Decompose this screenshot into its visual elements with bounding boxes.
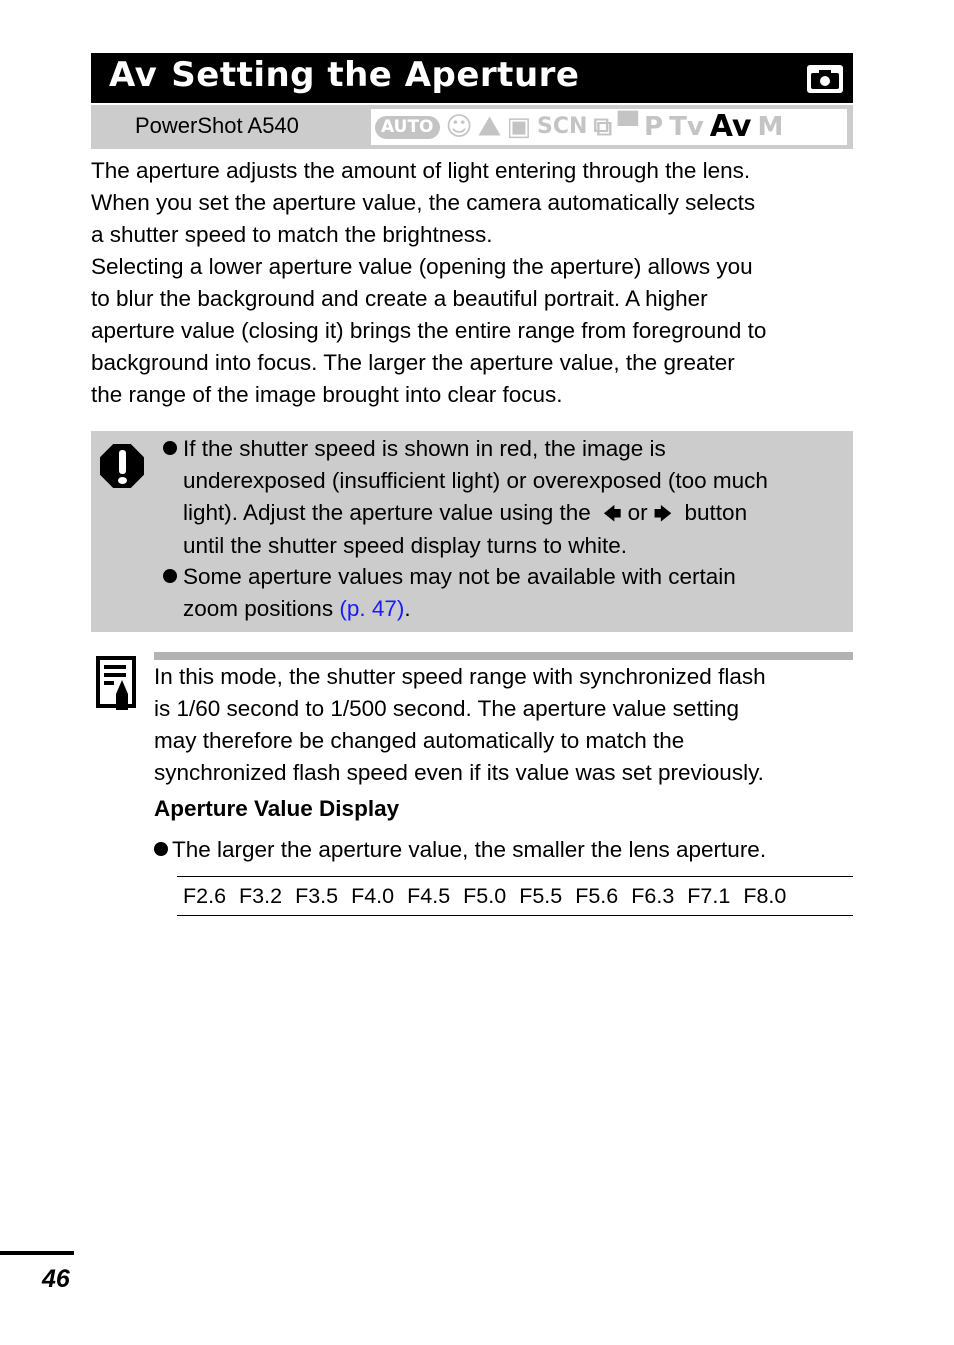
f-value: F6.3 (631, 883, 675, 908)
av-mode-label: Av (109, 55, 158, 95)
intro-line: to blur the background and create a beau… (91, 286, 708, 311)
intro-line: the range of the image brought into clea… (91, 382, 563, 407)
page-title: Av Setting the Aperture (109, 55, 579, 95)
caution-icon (100, 444, 144, 488)
mode-scn: SCN (537, 114, 588, 139)
f-value: F3.2 (239, 883, 283, 908)
note-divider (154, 652, 853, 660)
camera-icon (807, 65, 843, 93)
intro-line: The aperture adjusts the amount of light… (91, 158, 751, 183)
aperture-display-heading: Aperture Value Display (154, 796, 400, 821)
bullet-icon (154, 842, 168, 856)
f-value: F7.1 (687, 883, 731, 908)
title-text: Setting the Aperture (171, 55, 580, 95)
left-arrow-icon: 🡄 (603, 504, 622, 524)
mode-p: P (644, 112, 664, 142)
caution-box: If the shutter speed is shown in red, th… (91, 431, 853, 632)
aperture-display-bullet: The larger the aperture value, the small… (154, 834, 766, 866)
right-arrow-icon: 🡆 (653, 504, 673, 524)
mode-bar: PowerShot A540 AUTO ☺ ⛰ ▣ SCN ⧉ ▀ P Tv A… (91, 105, 853, 149)
page-number-rule (0, 1251, 74, 1255)
f-value: F2.6 (183, 883, 227, 908)
f-value: F5.0 (463, 883, 507, 908)
intro-line: When you set the aperture value, the cam… (91, 190, 756, 215)
f-value: F4.5 (407, 883, 451, 908)
page-number: 46 (42, 1265, 70, 1293)
f-value: F3.5 (295, 883, 339, 908)
intro-line: background into focus. The larger the ap… (91, 350, 735, 375)
mode-auto: AUTO (375, 115, 440, 139)
title-bar: Av Setting the Aperture (91, 53, 853, 103)
intro-line: a shutter speed to match the brightness. (91, 222, 493, 247)
landscape-icon: ⛰ (478, 112, 501, 142)
f-value-list: F2.6 F3.2 F3.5 F4.0 F4.5 F5.0 F5.5 F5.6 … (177, 876, 853, 916)
f-value: F8.0 (743, 883, 787, 908)
bullet-icon (163, 441, 177, 455)
stitch-assist-icon: ⧉ (593, 112, 613, 142)
f-value: F4.0 (351, 883, 395, 908)
caution-bullet-2: Some aperture values may not be availabl… (163, 561, 736, 625)
f-value: F5.5 (519, 883, 563, 908)
shooting-modes: AUTO ☺ ⛰ ▣ SCN ⧉ ▀ P Tv Av M (369, 107, 849, 147)
caution-bullet-1: If the shutter speed is shown in red, th… (163, 433, 768, 562)
movie-icon: ▀ (618, 112, 639, 142)
note-text: In this mode, the shutter speed range wi… (154, 664, 766, 785)
night-scene-icon: ▣ (506, 112, 532, 142)
mode-av: Av (709, 109, 752, 144)
intro-line: aperture value (closing it) brings the e… (91, 318, 767, 343)
intro-line: Selecting a lower aperture value (openin… (91, 254, 753, 279)
page-link[interactable]: (p. 47) (339, 596, 404, 621)
note-icon (96, 656, 136, 710)
mode-tv: Tv (669, 112, 704, 142)
camera-model: PowerShot A540 (135, 113, 299, 138)
f-value: F5.6 (575, 883, 619, 908)
intro-text: The aperture adjusts the amount of light… (91, 155, 861, 411)
mode-m: M (757, 112, 784, 142)
portrait-icon: ☺ (445, 112, 473, 142)
bullet-icon (163, 569, 177, 583)
